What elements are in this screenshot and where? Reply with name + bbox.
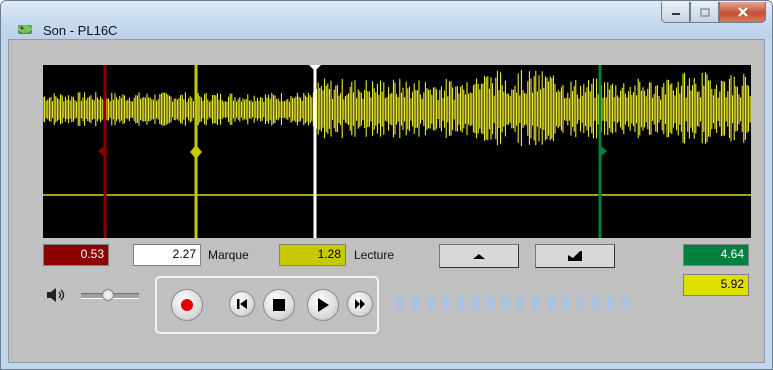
marque-marker[interactable] (190, 65, 202, 238)
minimize-button[interactable] (661, 2, 690, 23)
level-peg (577, 295, 584, 310)
playhead[interactable] (309, 65, 321, 238)
level-peg (592, 295, 599, 310)
level-peg (457, 295, 464, 310)
level-peg (427, 295, 434, 310)
waveform-display[interactable] (43, 65, 751, 238)
level-peg (472, 295, 479, 310)
lecture-value[interactable]: 1.28 (279, 244, 346, 266)
marque-value[interactable]: 2.27 (133, 244, 201, 266)
window-title: Son - PL16C (43, 23, 118, 38)
level-peg (532, 295, 539, 310)
level-meter (397, 295, 629, 310)
level-peg (442, 295, 449, 310)
app-icon (18, 25, 32, 34)
skip-start-button[interactable] (229, 291, 255, 317)
maximize-button[interactable] (690, 2, 719, 23)
level-peg (547, 295, 554, 310)
application-window: Son - PL16C 0.53 2.27 Marque 1.28 Lectur… (0, 0, 773, 370)
maximize-icon (699, 7, 710, 17)
mountain-large-icon (568, 251, 582, 261)
level-peg (412, 295, 419, 310)
lecture-label: Lecture (354, 248, 395, 262)
level-peg (397, 295, 404, 310)
volume-slider[interactable] (81, 289, 139, 301)
stop-button[interactable] (263, 289, 295, 321)
title-bar[interactable]: Son - PL16C (1, 1, 772, 39)
speaker-icon[interactable] (45, 287, 69, 303)
cursor-red[interactable] (98, 65, 107, 238)
sound-panel: 0.53 2.27 Marque 1.28 Lecture 4.64 5.92 (8, 39, 765, 363)
green-cursor-value[interactable]: 4.64 (683, 244, 749, 266)
play-button[interactable] (307, 289, 339, 321)
level-peg (517, 295, 524, 310)
minimize-icon (671, 13, 680, 15)
mountain-small-icon (473, 254, 485, 259)
close-button[interactable] (719, 2, 766, 23)
level-peg (607, 295, 614, 310)
level-peg (622, 295, 629, 310)
zoom-out-button[interactable] (535, 244, 615, 268)
fast-forward-button[interactable] (347, 291, 373, 317)
zoom-in-button[interactable] (439, 244, 519, 268)
volume-slider-thumb[interactable] (102, 289, 114, 301)
marque-label: Marque (208, 248, 249, 262)
red-cursor-value[interactable]: 0.53 (43, 244, 109, 266)
record-icon (181, 299, 193, 311)
transport-controls (155, 276, 379, 334)
play-icon (318, 298, 329, 312)
skip-start-icon (237, 299, 247, 309)
close-icon (737, 7, 748, 17)
stop-icon (273, 299, 285, 311)
level-peg (502, 295, 509, 310)
waveform (43, 70, 751, 146)
cursor-green[interactable] (598, 65, 607, 238)
record-button[interactable] (171, 289, 203, 321)
fast-forward-icon (355, 299, 365, 309)
total-duration-value: 5.92 (683, 274, 749, 296)
level-peg (562, 295, 569, 310)
level-peg (487, 295, 494, 310)
